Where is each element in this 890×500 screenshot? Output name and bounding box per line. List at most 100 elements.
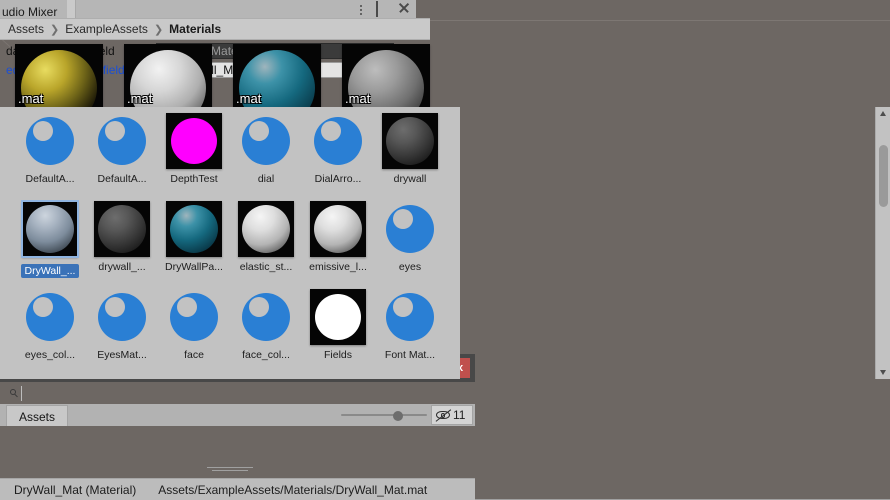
- status-asset-path: Assets/ExampleAssets/Materials/DryWall_M…: [158, 482, 428, 497]
- dialog-status-bar: DryWall_Mat (Material) Assets/ExampleAss…: [0, 478, 475, 500]
- asset-name-container: dial: [230, 173, 302, 185]
- thumbnail-size-slider[interactable]: [341, 411, 427, 421]
- asset-name-container: drywall: [374, 173, 446, 185]
- asset-thumbnail: [94, 113, 150, 169]
- dialog-scrollbar[interactable]: [875, 107, 890, 379]
- asset-name-label: DepthTest: [170, 173, 218, 185]
- material-asset-item[interactable]: DepthTest: [158, 113, 230, 185]
- chevron-right-icon: ❯: [153, 23, 164, 36]
- asset-name-container: DryWallPa...: [158, 261, 230, 273]
- material-preview-sphere: [98, 205, 146, 253]
- asset-name-label: DialArro...: [314, 173, 362, 185]
- material-asset-item[interactable]: emissive_l...: [302, 201, 374, 273]
- material-asset-item[interactable]: DefaultA...: [86, 113, 158, 185]
- asset-thumbnail: [21, 200, 79, 258]
- breadcrumb-assets[interactable]: Assets: [8, 22, 44, 36]
- close-icon[interactable]: [398, 2, 412, 18]
- visibility-toggle[interactable]: 11: [431, 405, 473, 425]
- material-asset-item[interactable]: DialArro...: [302, 113, 374, 185]
- asset-name-container: emissive_l...: [302, 261, 374, 273]
- material-asset-item[interactable]: DryWall_...: [14, 200, 86, 281]
- material-icon: [26, 293, 74, 341]
- material-preview-sphere: [242, 205, 290, 253]
- maximize-icon[interactable]: [376, 1, 390, 18]
- material-icon: [242, 117, 290, 165]
- tab-assets[interactable]: Assets: [6, 405, 69, 426]
- material-asset-item[interactable]: face_col...: [230, 289, 302, 361]
- material-icon: [170, 293, 218, 341]
- material-asset-item[interactable]: Fields: [302, 289, 374, 361]
- asset-name-container: face_col...: [230, 349, 302, 361]
- asset-thumbnail: [382, 201, 438, 257]
- asset-name-container: DefaultA...: [14, 173, 86, 185]
- asset-name-label: Fields: [323, 349, 352, 361]
- material-asset-item[interactable]: DefaultA...: [14, 113, 86, 185]
- scrollbar-thumb[interactable]: [879, 145, 888, 207]
- asset-name-label: elastic_st...: [239, 261, 293, 273]
- asset-name-label: dial: [257, 173, 275, 185]
- asset-name-label: face_col...: [242, 349, 290, 361]
- material-asset-item[interactable]: face: [158, 289, 230, 361]
- material-asset-item[interactable]: drywall_...: [86, 201, 158, 273]
- asset-extension-label: .mat: [127, 91, 153, 106]
- asset-thumbnail: [382, 113, 438, 169]
- asset-name-container: eyes: [374, 261, 446, 273]
- material-icon: [26, 117, 74, 165]
- asset-thumbnail: [310, 113, 366, 169]
- material-asset-item[interactable]: drywall: [374, 113, 446, 185]
- resize-grip[interactable]: [207, 467, 253, 472]
- scroll-down-icon[interactable]: [876, 366, 890, 379]
- asset-name-container: Fields: [302, 349, 374, 361]
- material-asset-item[interactable]: eyes_col...: [14, 289, 86, 361]
- breadcrumb-exampleassets[interactable]: ExampleAssets: [65, 22, 148, 36]
- asset-name-label: Font Mat...: [384, 349, 436, 361]
- asset-name-container: Font Mat...: [374, 349, 446, 361]
- asset-thumbnail: [166, 113, 222, 169]
- asset-thumbnail: [94, 201, 150, 257]
- material-asset-item[interactable]: eyes: [374, 201, 446, 273]
- asset-name-label: face: [184, 349, 204, 361]
- material-asset-item[interactable]: DryWallPa...: [158, 201, 230, 273]
- status-object-name: DryWall_Mat (Material): [14, 482, 137, 497]
- asset-name-label: emissive_l...: [309, 261, 367, 273]
- asset-name-container: EyesMat...: [86, 349, 158, 361]
- material-icon: [242, 293, 290, 341]
- material-preview-sphere: [170, 205, 218, 253]
- asset-name-label: drywall_...: [98, 261, 146, 273]
- kebab-menu-icon[interactable]: [354, 2, 368, 18]
- material-asset-item[interactable]: dial: [230, 113, 302, 185]
- asset-name-label: eyes_col...: [24, 349, 76, 361]
- asset-thumbnail: [310, 201, 366, 257]
- asset-thumbnail: [22, 113, 78, 169]
- breadcrumb: Assets ❯ ExampleAssets ❯ Materials: [0, 18, 430, 40]
- asset-name-container: DialArro...: [302, 173, 374, 185]
- asset-name-label: DefaultA...: [25, 173, 75, 185]
- material-preview-sphere: [386, 117, 434, 165]
- asset-name-container: eyes_col...: [14, 349, 86, 361]
- asset-extension-label: .mat: [345, 91, 371, 106]
- material-asset-item[interactable]: Font Mat...: [374, 289, 446, 361]
- material-preview-sphere: [315, 294, 361, 340]
- asset-name-container: face: [158, 349, 230, 361]
- slider-knob[interactable]: [393, 411, 403, 421]
- material-preview-sphere: [26, 205, 74, 253]
- asset-name-label: EyesMat...: [97, 349, 147, 361]
- asset-thumbnail: [94, 289, 150, 345]
- asset-thumbnail: [310, 289, 366, 345]
- asset-thumbnail: [238, 201, 294, 257]
- material-icon: [98, 293, 146, 341]
- asset-name-container: DefaultA...: [86, 173, 158, 185]
- asset-extension-label: .mat: [236, 91, 262, 106]
- eye-slash-icon: [435, 408, 452, 422]
- chevron-right-icon: ❯: [50, 23, 60, 36]
- editor-test-window-buttons: [354, 1, 412, 18]
- material-preview-sphere: [171, 118, 217, 164]
- breadcrumb-materials[interactable]: Materials: [169, 22, 221, 36]
- material-asset-item[interactable]: elastic_st...: [230, 201, 302, 273]
- asset-thumbnail: [238, 289, 294, 345]
- asset-thumbnail: [382, 289, 438, 345]
- material-asset-grid[interactable]: DefaultA... DefaultA... DepthTest dial DialA…: [0, 107, 460, 379]
- material-asset-item[interactable]: EyesMat...: [86, 289, 158, 361]
- asset-name-label-selected: DryWall_...: [20, 264, 80, 278]
- search-icon: [6, 386, 22, 401]
